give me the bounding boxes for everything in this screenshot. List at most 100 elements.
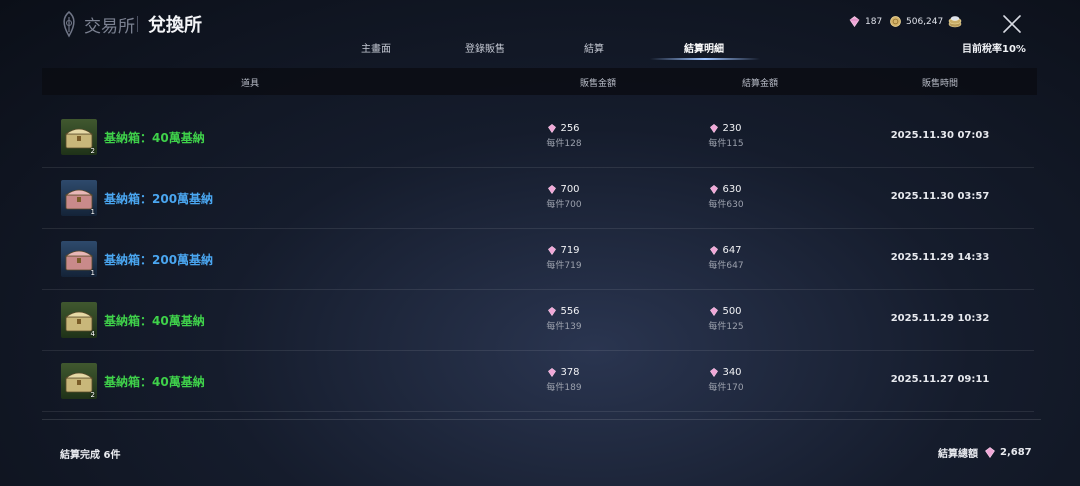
settle-amount-cell: 230 每件115 bbox=[691, 123, 761, 149]
title-divider bbox=[137, 16, 138, 32]
settlement-total: 結算總額 2,687 bbox=[938, 445, 1032, 460]
gold-balance: 506,247 bbox=[890, 16, 943, 27]
crystal-icon bbox=[548, 124, 557, 133]
crystal-icon bbox=[548, 185, 557, 194]
item-quantity: 1 bbox=[90, 208, 95, 216]
completed-count: 6件 bbox=[103, 450, 121, 461]
treasure-chest-icon bbox=[64, 128, 94, 149]
settle-amount: 500 bbox=[722, 306, 742, 317]
item-name: 基納箱：200萬基納 bbox=[104, 192, 214, 206]
item-thumbnail[interactable]: 1 bbox=[61, 180, 97, 216]
completed-label: 結算完成 bbox=[60, 450, 100, 461]
header-sale-time: 販售時間 bbox=[921, 79, 959, 89]
crystal-icon bbox=[710, 246, 719, 255]
item-name: 基納箱：40萬基納 bbox=[104, 131, 205, 145]
sale-amount: 556 bbox=[560, 306, 580, 317]
header-sale-amount: 販售金額 bbox=[579, 79, 617, 89]
sale-amount: 378 bbox=[560, 367, 580, 378]
item-quantity: 2 bbox=[90, 391, 95, 399]
tab-register-sale[interactable]: 登錄販售 bbox=[465, 40, 505, 55]
emblem-icon bbox=[63, 11, 75, 38]
item-thumbnail[interactable]: 2 bbox=[61, 119, 97, 155]
settle-unit-price: 每件630 bbox=[708, 200, 744, 210]
sale-amount: 700 bbox=[560, 184, 580, 195]
crystal-icon bbox=[710, 124, 719, 133]
total-amount: 2,687 bbox=[1000, 447, 1032, 458]
close-icon[interactable] bbox=[1001, 13, 1023, 35]
item-quantity: 2 bbox=[90, 147, 95, 155]
header-item: 道具 bbox=[240, 79, 260, 89]
item-name: 基納箱：40萬基納 bbox=[104, 314, 205, 328]
settle-amount-cell: 647 每件647 bbox=[691, 245, 761, 271]
header-settle-amount: 結算金額 bbox=[741, 79, 779, 89]
tab-settlement-details[interactable]: 結算明細 bbox=[684, 40, 724, 55]
total-label: 結算總額 bbox=[938, 449, 978, 460]
settle-amount: 630 bbox=[722, 184, 742, 195]
treasure-chest-icon bbox=[64, 189, 94, 210]
settle-amount-cell: 630 每件630 bbox=[691, 184, 761, 210]
settle-unit-price: 每件115 bbox=[708, 139, 744, 149]
crystal-icon bbox=[710, 185, 719, 194]
sale-time: 2025.11.30 03:57 bbox=[890, 191, 990, 202]
sale-unit-price: 每件189 bbox=[546, 383, 582, 393]
treasure-chest-icon bbox=[64, 250, 94, 271]
treasure-chest-icon bbox=[64, 372, 94, 393]
sale-amount-cell: 700 每件700 bbox=[529, 184, 599, 210]
sale-amount-cell: 556 每件139 bbox=[529, 306, 599, 332]
sale-amount: 719 bbox=[560, 245, 580, 256]
table-row[interactable]: 2 基納箱：40萬基納 378 每件189 340 每件170 2025.11.27 09:… bbox=[42, 351, 1034, 412]
crystal-icon bbox=[548, 307, 557, 316]
item-name: 基納箱：200萬基納 bbox=[104, 253, 214, 267]
tax-rate: 目前稅率10% bbox=[962, 44, 1026, 55]
tab-bar: 主畫面 登錄販售 結算 結算明細 bbox=[0, 38, 1080, 62]
settle-amount: 230 bbox=[722, 123, 742, 134]
crystal-icon bbox=[710, 368, 719, 377]
settle-unit-price: 每件647 bbox=[708, 261, 744, 271]
tab-settlement[interactable]: 結算 bbox=[584, 40, 604, 55]
item-thumbnail[interactable]: 1 bbox=[61, 241, 97, 277]
table-header: 道具 販售金額 結算金額 販售時間 bbox=[42, 68, 1037, 95]
gold-stack-icon[interactable] bbox=[948, 15, 962, 28]
item-thumbnail[interactable]: 2 bbox=[61, 363, 97, 399]
item-thumbnail[interactable]: 4 bbox=[61, 302, 97, 338]
crystal-icon bbox=[985, 447, 995, 458]
gold-coin-icon bbox=[890, 16, 901, 27]
footer-divider bbox=[42, 419, 1041, 420]
sale-time: 2025.11.30 07:03 bbox=[890, 130, 990, 141]
sale-unit-price: 每件700 bbox=[546, 200, 582, 210]
table-row[interactable]: 1 基納箱：200萬基納 700 每件700 630 每件630 2025.11.30 03… bbox=[42, 168, 1034, 229]
tab-main[interactable]: 主畫面 bbox=[361, 40, 391, 55]
table-row[interactable]: 4 基納箱：40萬基納 556 每件139 500 每件125 2025.11.29 10:… bbox=[42, 290, 1034, 351]
gold-amount: 506,247 bbox=[906, 16, 944, 27]
crystal-balance: 187 bbox=[849, 16, 882, 27]
settle-amount: 647 bbox=[722, 245, 742, 256]
sale-time: 2025.11.29 14:33 bbox=[890, 252, 990, 263]
crystal-icon bbox=[849, 16, 860, 27]
crystal-icon bbox=[710, 307, 719, 316]
settlement-list: 2 基納箱：40萬基納 256 每件128 230 每件115 2025.11.30 07:… bbox=[42, 107, 1034, 412]
sale-time: 2025.11.27 09:11 bbox=[890, 374, 990, 385]
item-name: 基納箱：40萬基納 bbox=[104, 375, 205, 389]
settlement-complete-summary: 結算完成 6件 bbox=[60, 446, 120, 461]
crystal-amount: 187 bbox=[865, 16, 883, 27]
sale-unit-price: 每件719 bbox=[546, 261, 582, 271]
settle-amount-cell: 500 每件125 bbox=[691, 306, 761, 332]
table-row[interactable]: 1 基納箱：200萬基納 719 每件719 647 每件647 2025.11.29 14… bbox=[42, 229, 1034, 290]
item-quantity: 4 bbox=[90, 330, 95, 338]
settle-unit-price: 每件125 bbox=[708, 322, 744, 332]
crystal-icon bbox=[548, 246, 557, 255]
sale-time: 2025.11.29 10:32 bbox=[890, 313, 990, 324]
settle-unit-price: 每件170 bbox=[708, 383, 744, 393]
crystal-icon bbox=[548, 368, 557, 377]
table-row[interactable]: 2 基納箱：40萬基納 256 每件128 230 每件115 2025.11.30 07:… bbox=[42, 107, 1034, 168]
treasure-chest-icon bbox=[64, 311, 94, 332]
exchange-subtitle: 交易所 bbox=[84, 17, 135, 37]
settle-amount: 340 bbox=[722, 367, 742, 378]
sale-amount-cell: 256 每件128 bbox=[529, 123, 599, 149]
page-title: 兌換所 bbox=[148, 15, 202, 36]
sale-amount-cell: 719 每件719 bbox=[529, 245, 599, 271]
sale-unit-price: 每件139 bbox=[546, 322, 582, 332]
sale-amount: 256 bbox=[560, 123, 580, 134]
active-tab-indicator bbox=[650, 58, 760, 60]
sale-amount-cell: 378 每件189 bbox=[529, 367, 599, 393]
